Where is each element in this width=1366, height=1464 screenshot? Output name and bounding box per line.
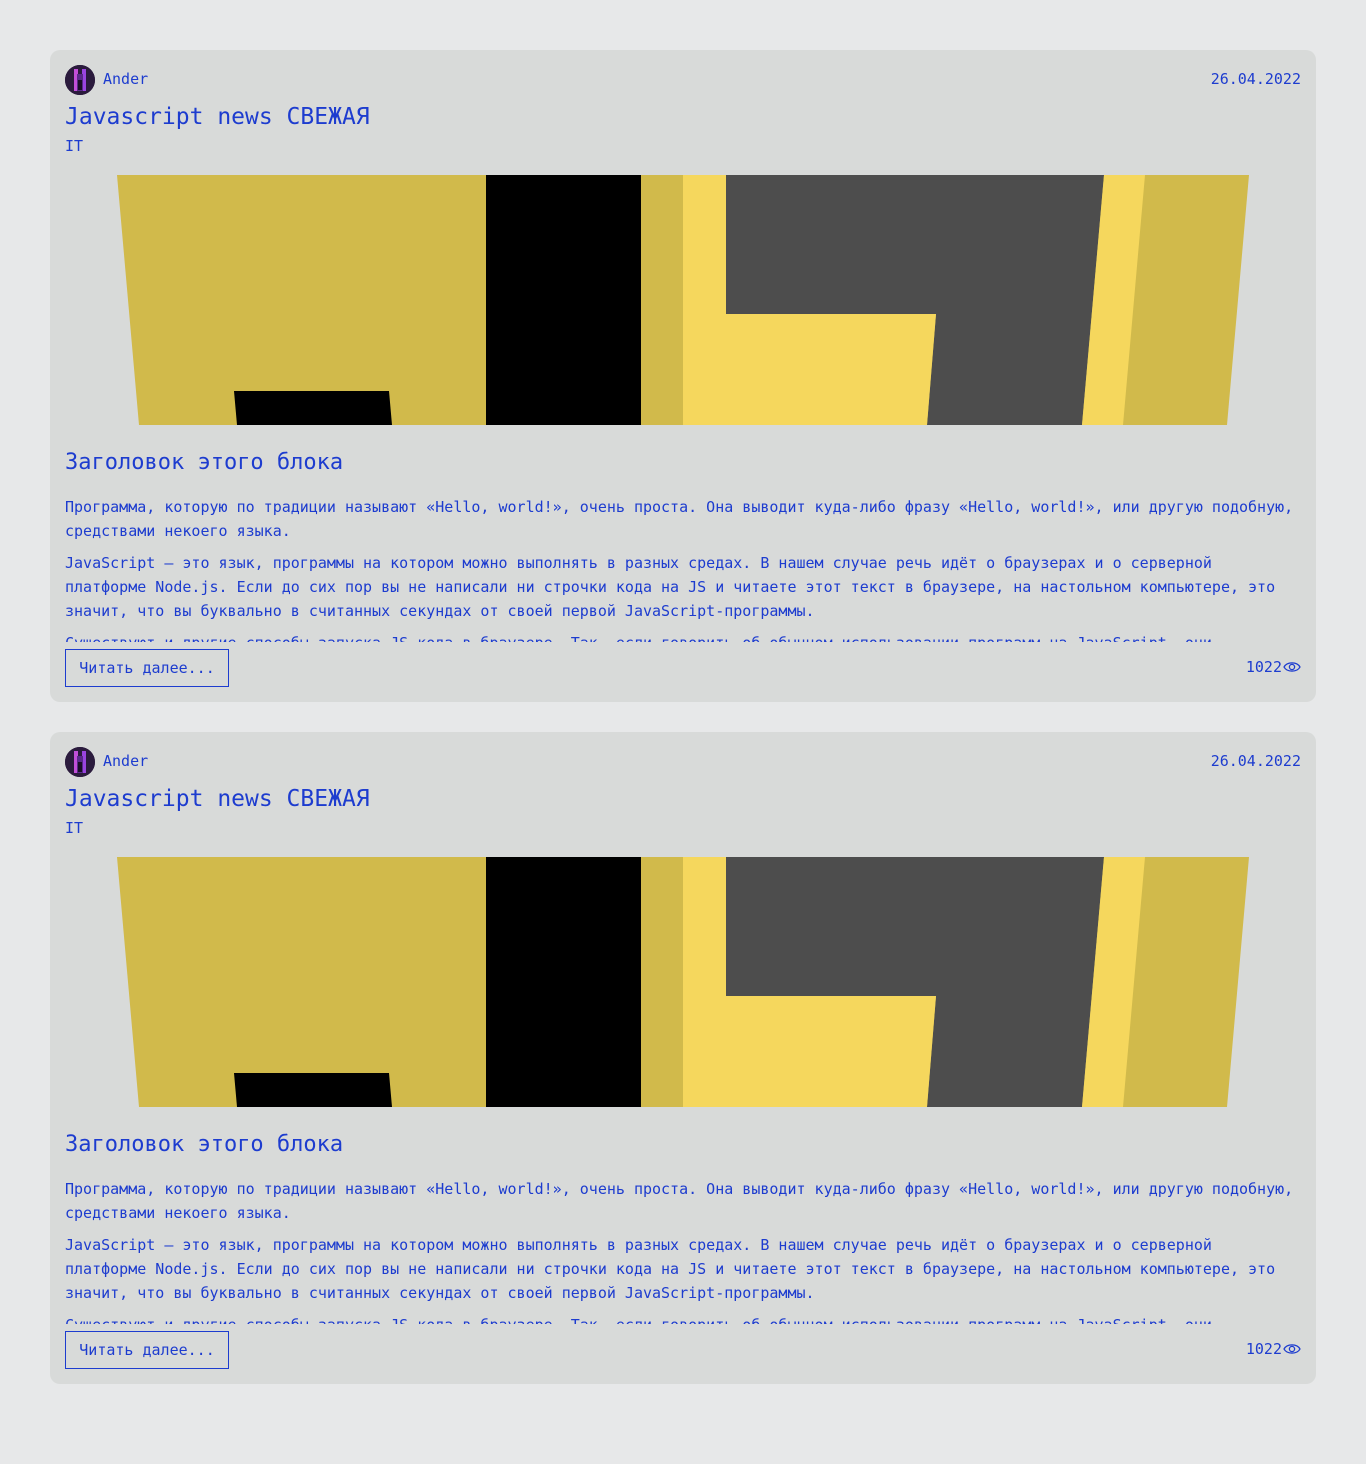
- post-cover-image: [117, 175, 1249, 425]
- post-title[interactable]: Javascript news СВЕЖАЯ: [65, 784, 370, 814]
- view-count: 1022: [1245, 658, 1282, 676]
- post-excerpt: Программа, которую по традиции называют …: [65, 495, 1301, 642]
- eye-icon: [1283, 1344, 1301, 1354]
- excerpt-paragraph: Программа, которую по традиции называют …: [65, 498, 1294, 540]
- read-more-button[interactable]: Читать далее...: [65, 1331, 229, 1369]
- post-card: Ander 26.04.2022 Javascript news СВЕЖАЯ …: [50, 732, 1316, 1384]
- author-name[interactable]: Ander: [103, 69, 148, 89]
- post-category: IT: [65, 819, 84, 837]
- post-feed: Ander 26.04.2022 Javascript news СВЕЖАЯ …: [50, 50, 1316, 1414]
- post-section-heading: Заголовок этого блока: [65, 450, 344, 475]
- post-title[interactable]: Javascript news СВЕЖАЯ: [65, 102, 370, 132]
- excerpt-paragraph: JavaScript — это язык, программы на кото…: [65, 554, 1276, 620]
- excerpt-paragraph: JavaScript — это язык, программы на кото…: [65, 1236, 1276, 1302]
- excerpt-paragraph: Существуют и другие способы запуска JS-к…: [65, 631, 1301, 642]
- view-counter: 1022: [1246, 656, 1301, 678]
- author-avatar[interactable]: [65, 65, 95, 95]
- post-category: IT: [65, 137, 84, 155]
- author-avatar[interactable]: [65, 747, 95, 777]
- post-section-heading: Заголовок этого блока: [65, 1132, 344, 1157]
- excerpt-paragraph: Программа, которую по традиции называют …: [65, 1180, 1294, 1222]
- author-name[interactable]: Ander: [103, 751, 148, 771]
- eye-icon: [1283, 662, 1301, 672]
- post-excerpt: Программа, которую по традиции называют …: [65, 1177, 1301, 1324]
- post-date: 26.04.2022: [1210, 752, 1301, 770]
- post-date: 26.04.2022: [1210, 70, 1301, 88]
- read-more-button[interactable]: Читать далее...: [65, 649, 229, 687]
- post-card: Ander 26.04.2022 Javascript news СВЕЖАЯ …: [50, 50, 1316, 702]
- post-cover-image: [117, 857, 1249, 1107]
- view-counter: 1022: [1246, 1338, 1301, 1360]
- view-count: 1022: [1245, 1340, 1282, 1358]
- excerpt-paragraph: Существуют и другие способы запуска JS-к…: [65, 1313, 1301, 1324]
